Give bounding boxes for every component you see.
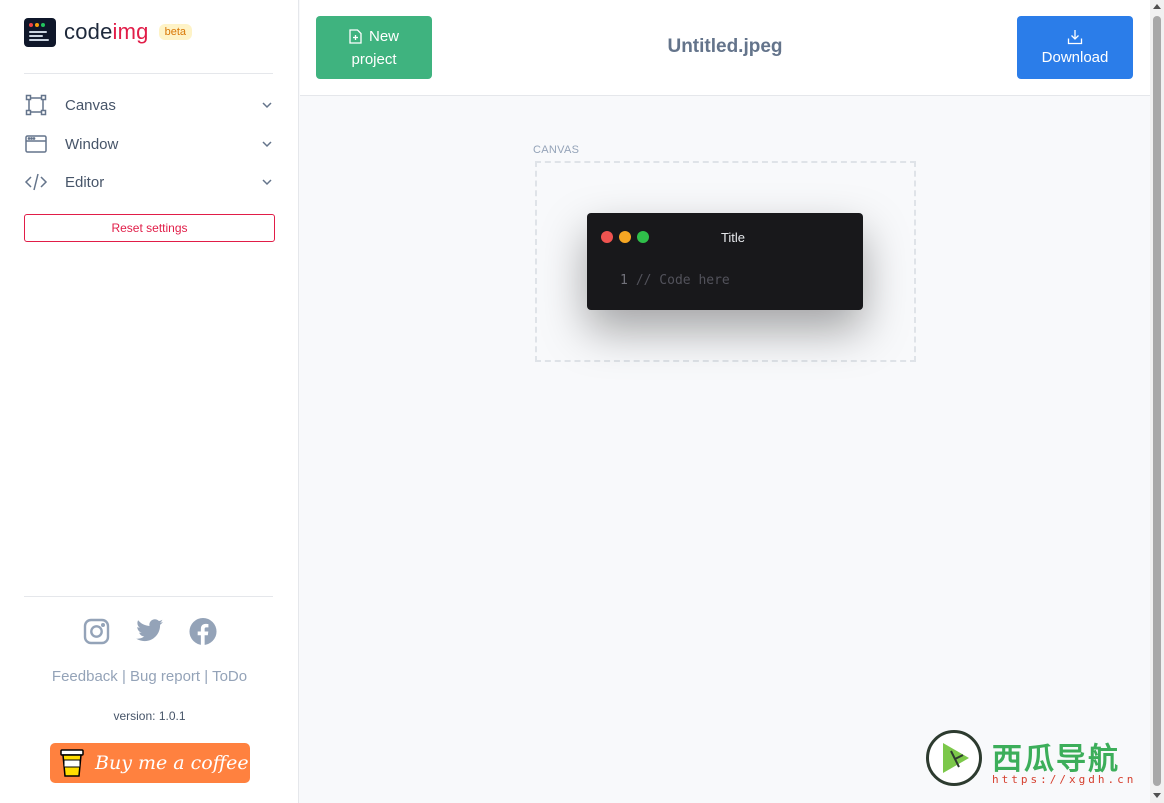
chevron-down-icon xyxy=(262,102,272,109)
chevron-down-icon xyxy=(262,141,272,148)
sidebar: codeimg beta Canvas Window Editor Reset … xyxy=(0,0,299,803)
sidebar-divider xyxy=(24,596,273,597)
code-placeholder: // Code here xyxy=(635,273,730,288)
canvas-label: CANVAS xyxy=(533,144,580,156)
facebook-icon[interactable] xyxy=(188,617,217,645)
new-project-button[interactable]: New project xyxy=(316,16,432,79)
code-editor[interactable]: 1 // Code here xyxy=(620,273,730,288)
footer-links: Feedback | Bug report | ToDo xyxy=(0,668,299,685)
download-label: Download xyxy=(1041,49,1109,66)
link-separator: | xyxy=(121,668,126,685)
coffee-cup-icon xyxy=(60,749,84,777)
link-separator: | xyxy=(204,668,209,685)
brand[interactable]: codeimg beta xyxy=(24,17,192,47)
buy-me-a-coffee-button[interactable]: Buy me a coffee xyxy=(50,743,250,783)
instagram-icon[interactable] xyxy=(83,617,111,645)
codeimg-logo-icon xyxy=(24,17,56,47)
code-window[interactable]: Title 1// Code here xyxy=(587,213,863,310)
sidebar-item-window[interactable]: Window xyxy=(24,129,274,159)
watermark: 西瓜导航 https://xgdh.cn xyxy=(924,728,1154,792)
sidebar-item-label: Canvas xyxy=(65,96,116,114)
new-project-label-line1: New xyxy=(368,27,399,45)
sidebar-item-label: Editor xyxy=(65,173,105,191)
todo-link[interactable]: ToDo xyxy=(212,668,247,685)
line-number: 1 xyxy=(620,273,628,288)
new-project-label-line2: project xyxy=(351,50,397,68)
watermark-url: https://xgdh.cn xyxy=(992,773,1137,786)
scroll-up-icon[interactable] xyxy=(1153,4,1161,9)
sidebar-item-label: Window xyxy=(65,135,119,153)
window-title[interactable]: Title xyxy=(587,230,879,245)
file-title[interactable]: Untitled.jpeg xyxy=(650,36,800,58)
sidebar-divider xyxy=(24,73,273,74)
beta-badge: beta xyxy=(158,24,192,40)
download-icon xyxy=(1067,30,1083,45)
window-icon xyxy=(24,132,48,156)
version-text: version: 1.0.1 xyxy=(113,709,186,723)
reset-settings-button[interactable]: Reset settings xyxy=(24,214,275,242)
top-header: New project Untitled.jpeg Download xyxy=(300,0,1150,96)
download-button[interactable]: Download xyxy=(1017,16,1133,79)
page-scrollbar[interactable] xyxy=(1150,0,1164,803)
bug-report-link[interactable]: Bug report xyxy=(130,668,200,685)
coffee-label: Buy me a coffee xyxy=(95,752,249,774)
twitter-icon[interactable] xyxy=(135,617,164,645)
canvas-frame-icon xyxy=(24,93,48,117)
scrollbar-thumb[interactable] xyxy=(1153,16,1161,786)
sidebar-item-canvas[interactable]: Canvas xyxy=(24,90,274,120)
social-links xyxy=(0,617,299,645)
feedback-link[interactable]: Feedback xyxy=(52,668,118,685)
code-brackets-icon xyxy=(24,170,48,194)
watermark-text: 西瓜导航 xyxy=(992,743,1120,776)
new-file-icon xyxy=(349,28,362,44)
chevron-down-icon xyxy=(262,179,272,186)
brand-name: codeimg xyxy=(64,19,149,44)
watermark-logo-icon xyxy=(926,730,982,786)
sidebar-item-editor[interactable]: Editor xyxy=(24,167,274,197)
scroll-down-icon[interactable] xyxy=(1153,793,1161,798)
